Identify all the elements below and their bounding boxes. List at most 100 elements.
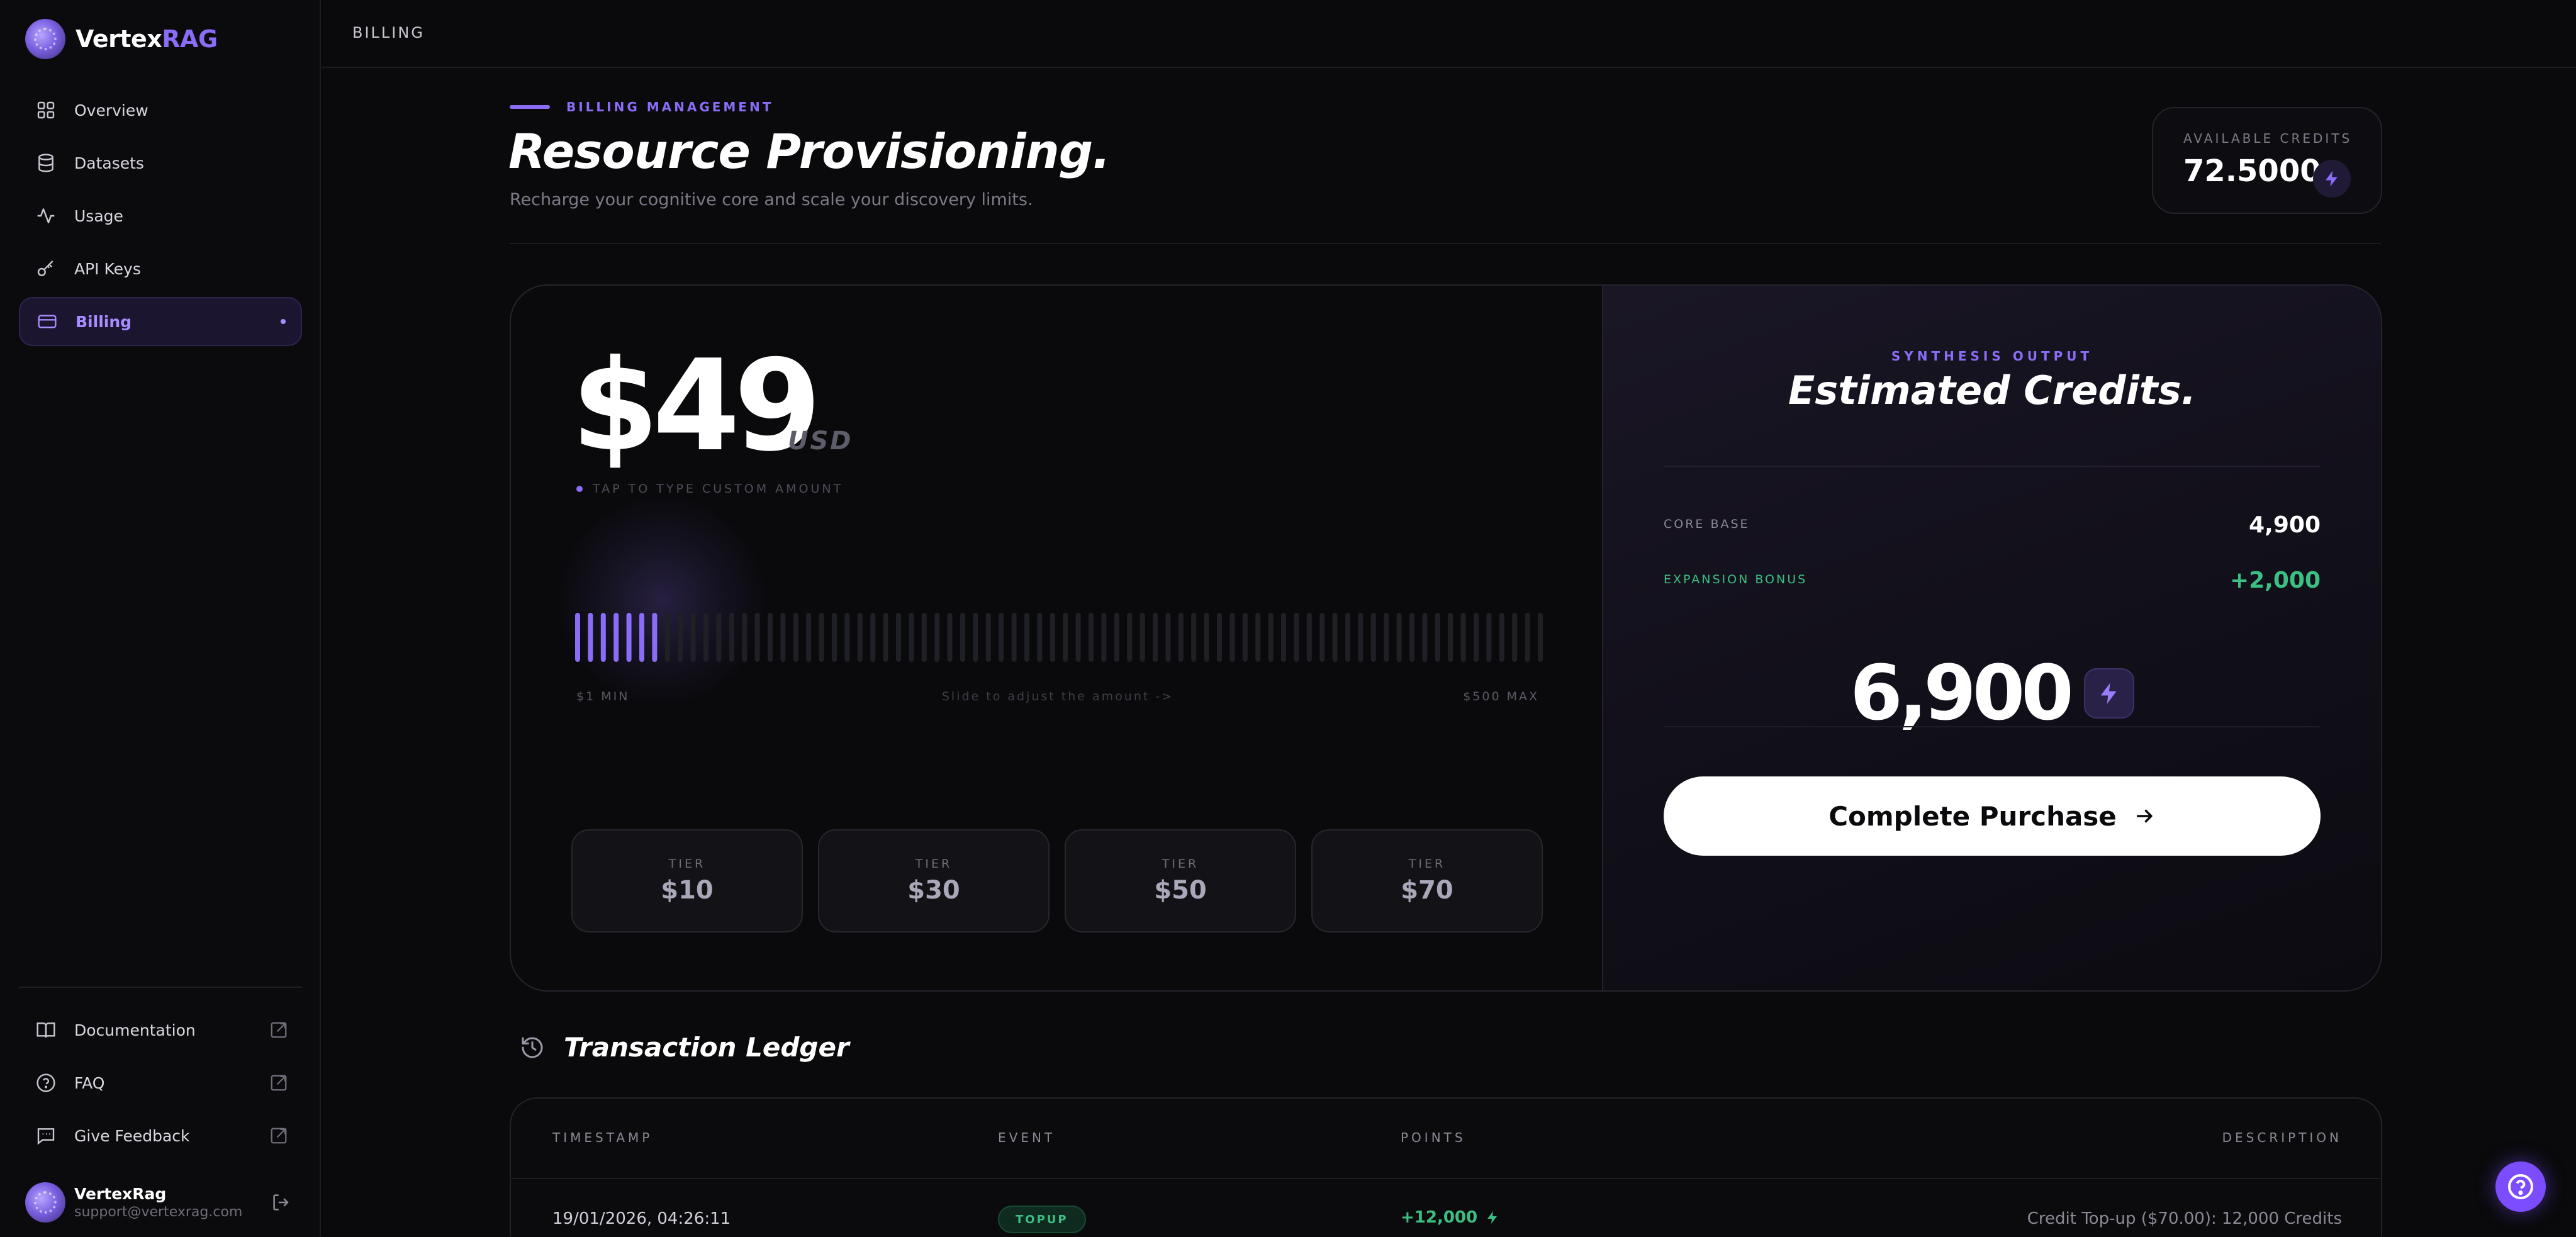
slider-tick: [678, 613, 683, 662]
slider-tick: [703, 613, 708, 662]
slider-tick: [1204, 613, 1209, 662]
bonus-row: EXPANSION BONUS +2,000: [1664, 568, 2321, 593]
slider-tick: [947, 613, 953, 662]
slider-tick: [1127, 613, 1133, 662]
slider-tick: [857, 613, 863, 662]
book-icon: [35, 1019, 57, 1041]
core-base-label: CORE BASE: [1664, 517, 1750, 531]
slider-tick-active: [588, 613, 593, 662]
slider-tick: [1063, 613, 1068, 662]
slider-tick: [1217, 613, 1222, 662]
feedback-icon: [35, 1125, 57, 1146]
slider-tick: [985, 613, 991, 662]
core-base-value: 4,900: [2249, 512, 2321, 538]
sidebar-item-datasets[interactable]: Datasets: [19, 138, 302, 188]
sidebar-item-label: Usage: [74, 206, 123, 225]
slider-tick: [819, 613, 824, 662]
arrow-right-icon: [2136, 809, 2153, 823]
tier-label: TIER: [1162, 857, 1199, 871]
tier-label: TIER: [1408, 857, 1446, 871]
slider-tick: [1294, 613, 1299, 662]
slider-tick: [1153, 613, 1158, 662]
available-credits-card: AVAILABLE CREDITS 72.5000: [2152, 107, 2382, 214]
sidebar-item-faq[interactable]: FAQ: [19, 1058, 302, 1107]
brain-logo-icon: [25, 19, 65, 59]
sidebar-bottom-nav: Documentation FAQ Give Feedback: [19, 1005, 302, 1164]
tier-button-30[interactable]: TIER $30: [818, 829, 1050, 932]
slider-tick: [1255, 613, 1261, 662]
slider-tick: [1460, 613, 1466, 662]
estimate-panel: SYNTHESIS OUTPUT Estimated Credits. CORE…: [1602, 286, 2381, 990]
slider-tick: [1140, 613, 1145, 662]
slider-tick: [1409, 613, 1414, 662]
slider-tick-active: [613, 613, 619, 662]
row-timestamp: 19/01/2026, 04:26:11: [552, 1209, 731, 1228]
sidebar-item-label: Give Feedback: [74, 1126, 190, 1145]
slider-tick: [1037, 613, 1043, 662]
slider-tick: [1384, 613, 1389, 662]
page-title: Resource Provisioning.: [508, 123, 1111, 179]
column-header-event: EVENT: [998, 1130, 1056, 1145]
help-circle-icon: [35, 1072, 57, 1094]
amount-display[interactable]: $49: [571, 344, 821, 469]
history-icon: [522, 1037, 543, 1058]
sidebar-item-overview[interactable]: Overview: [19, 86, 302, 135]
slider-tick: [690, 613, 696, 662]
sidebar-item-label: Datasets: [74, 154, 144, 172]
amount-slider[interactable]: [575, 610, 1543, 664]
eyebrow-label: BILLING MANAGEMENT: [566, 99, 774, 115]
key-icon: [35, 258, 57, 279]
slider-tick: [973, 613, 978, 662]
slider-tick: [960, 613, 965, 662]
sidebar-item-api-keys[interactable]: API Keys: [19, 244, 302, 293]
user-email: support@vertexrag.com: [74, 1204, 243, 1220]
sidebar-item-give-feedback[interactable]: Give Feedback: [19, 1111, 302, 1160]
active-indicator-dot: [281, 319, 286, 324]
slider-tick: [934, 613, 940, 662]
complete-purchase-button[interactable]: Complete Purchase: [1664, 776, 2321, 856]
available-credits-label: AVAILABLE CREDITS: [2183, 131, 2353, 146]
accent-bar: [510, 105, 550, 109]
slider-tick: [1319, 613, 1325, 662]
slider-tick: [1435, 613, 1440, 662]
slider-tick-active: [626, 613, 632, 662]
sidebar-item-documentation[interactable]: Documentation: [19, 1005, 302, 1055]
slider-tick: [1011, 613, 1017, 662]
slider-tick: [844, 613, 850, 662]
sidebar-item-usage[interactable]: Usage: [19, 191, 302, 240]
lightning-icon: [1487, 1211, 1498, 1224]
sidebar-item-billing[interactable]: Billing: [19, 297, 302, 346]
estimate-eyebrow: SYNTHESIS OUTPUT: [1891, 349, 2093, 364]
grid-icon: [35, 99, 57, 121]
column-header-timestamp: TIMESTAMP: [552, 1130, 653, 1145]
tier-button-70[interactable]: TIER $70: [1311, 829, 1543, 932]
page-subtitle: Recharge your cognitive core and scale y…: [510, 190, 1033, 210]
sidebar-divider: [19, 987, 302, 988]
bonus-value: +2,000: [2229, 568, 2321, 593]
sidebar: VertexRAG Overview Datasets Usage API Ke…: [0, 0, 321, 1237]
slider-hint: Slide to adjust the amount ->: [941, 690, 1174, 703]
column-header-points: POINTS: [1401, 1130, 1466, 1145]
sidebar-item-label: API Keys: [74, 259, 141, 278]
help-button[interactable]: [2495, 1161, 2546, 1212]
external-link-icon: [271, 1128, 287, 1144]
credit-card-icon: [36, 311, 58, 332]
tier-button-10[interactable]: TIER $10: [571, 829, 803, 932]
tier-button-50[interactable]: TIER $50: [1065, 829, 1296, 932]
slider-tick: [1242, 613, 1248, 662]
slider-tick: [664, 613, 670, 662]
slider-tick: [1101, 613, 1107, 662]
user-info: VertexRag support@vertexrag.com: [74, 1185, 242, 1220]
tier-value: $10: [661, 876, 714, 905]
brand-logo[interactable]: VertexRAG: [25, 19, 218, 59]
slider-ticks: [575, 613, 1543, 662]
tier-options: TIER $10 TIER $30 TIER $50 TIER $70: [571, 829, 1543, 932]
user-profile[interactable]: VertexRag support@vertexrag.com: [25, 1180, 302, 1224]
sidebar-item-label: Documentation: [74, 1021, 196, 1039]
logout-icon[interactable]: [271, 1192, 292, 1213]
external-link-icon: [271, 1022, 287, 1038]
slider-tick: [793, 613, 798, 662]
slider-tick: [1165, 613, 1171, 662]
slider-tick: [716, 613, 722, 662]
slider-tick: [1229, 613, 1235, 662]
